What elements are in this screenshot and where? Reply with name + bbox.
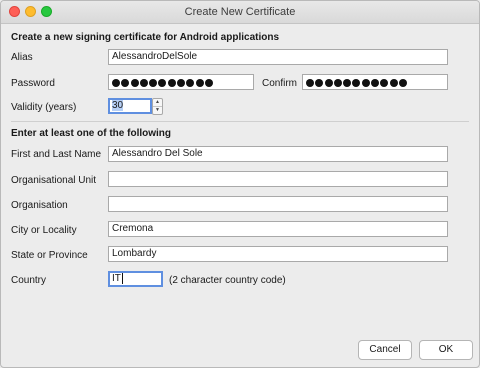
dialog-window: Create New Certificate Create a new sign… <box>0 0 480 368</box>
window-title: Create New Certificate <box>184 6 296 18</box>
password-mask-dot <box>177 78 186 87</box>
password-mask-dot <box>121 78 130 87</box>
title-bar: Create New Certificate <box>1 1 479 24</box>
confirm-mask-dot <box>306 78 314 87</box>
validity-value: 30 <box>112 100 124 111</box>
state-label: State or Province <box>11 250 88 261</box>
validity-label: Validity (years) <box>11 102 77 113</box>
password-mask-dot <box>139 78 148 87</box>
city-input[interactable]: Cremona <box>108 221 448 237</box>
confirm-mask-dot <box>333 78 342 87</box>
city-label: City or Locality <box>11 225 77 236</box>
name-input[interactable]: Alessandro Del Sole <box>108 146 448 162</box>
confirm-mask-dot <box>380 78 389 87</box>
section-heading-identity: Enter at least one of the following <box>11 128 172 139</box>
confirm-mask-dot <box>371 78 380 87</box>
country-value: IT <box>112 273 121 285</box>
country-input[interactable]: IT <box>108 271 163 287</box>
password-mask-dot <box>130 78 139 87</box>
confirm-mask-dot <box>389 78 398 87</box>
confirm-mask-dot <box>324 78 333 87</box>
state-input[interactable]: Lombardy <box>108 246 448 262</box>
password-label: Password <box>11 78 55 89</box>
ok-button[interactable]: OK <box>419 340 473 360</box>
confirm-mask-dot <box>343 78 352 87</box>
stepper-down-icon[interactable]: ▼ <box>153 107 162 114</box>
confirm-password-input[interactable] <box>302 74 448 90</box>
alias-input[interactable]: AlessandroDelSole <box>108 49 448 65</box>
alias-label: Alias <box>11 52 33 63</box>
stepper-up-icon[interactable]: ▲ <box>153 99 162 107</box>
name-label: First and Last Name <box>11 149 102 160</box>
organisation-input[interactable] <box>108 196 448 212</box>
confirm-mask-dot <box>398 78 407 87</box>
password-mask-dot <box>112 78 120 87</box>
unit-label: Organisational Unit <box>11 175 97 186</box>
organisation-label: Organisation <box>11 200 68 211</box>
password-mask-dot <box>158 78 167 87</box>
confirm-label: Confirm <box>262 78 298 89</box>
confirm-mask-dot <box>315 78 324 87</box>
password-mask-dot <box>204 78 213 87</box>
confirm-mask-dot <box>352 78 361 87</box>
country-hint: (2 character country code) <box>169 275 286 286</box>
password-mask-dot <box>167 78 176 87</box>
unit-input[interactable] <box>108 171 448 187</box>
section-heading-certificate: Create a new signing certificate for And… <box>11 32 280 43</box>
section-divider <box>11 121 469 122</box>
cancel-button[interactable]: Cancel <box>358 340 412 360</box>
password-mask-dot <box>149 78 158 87</box>
text-caret <box>121 273 123 284</box>
validity-stepper[interactable]: ▲ ▼ <box>152 98 163 115</box>
password-mask-dot <box>186 78 195 87</box>
country-label: Country <box>11 275 47 286</box>
confirm-mask-dot <box>361 78 370 87</box>
validity-input[interactable]: 30 <box>108 98 152 114</box>
password-input[interactable] <box>108 74 254 90</box>
password-mask-dot <box>195 78 204 87</box>
